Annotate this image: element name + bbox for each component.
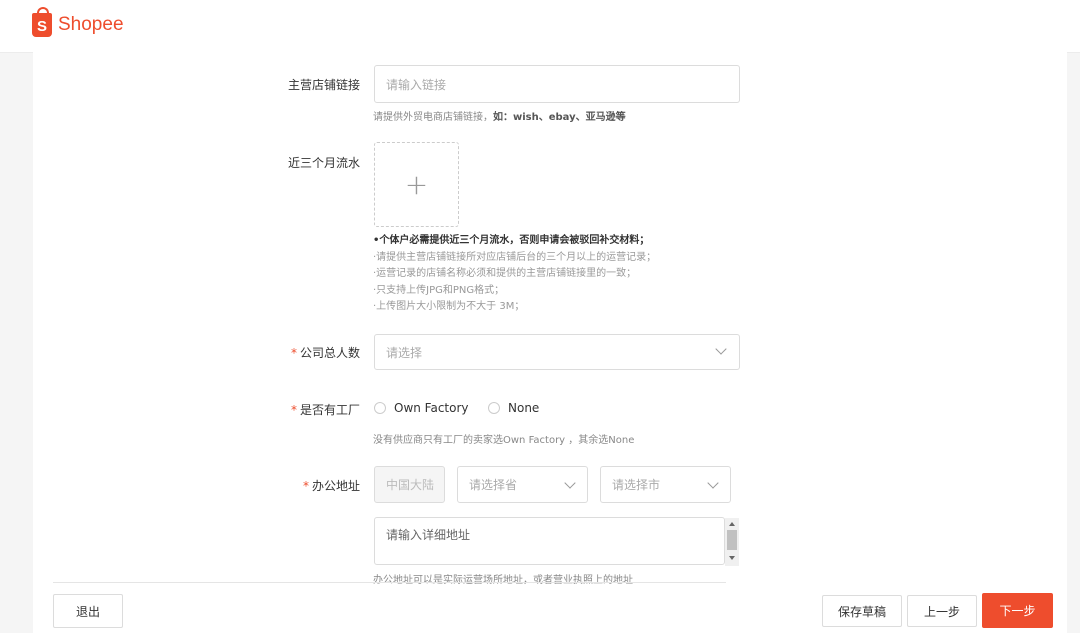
scroll-down-arrow-icon[interactable] (729, 556, 735, 560)
required-mark: * (290, 403, 297, 417)
required-mark: * (290, 346, 297, 360)
address-label: * 办公地址 (302, 479, 360, 493)
address-detail-textarea[interactable]: 请输入详细地址 (374, 517, 725, 565)
address-hint: 办公地址可以是实际运营场所地址，或者营业执照上的地址 (373, 575, 633, 586)
turnover-upload-box[interactable]: + (374, 142, 459, 227)
exit-button[interactable]: 退出 (53, 594, 123, 628)
turnover-note: ·请提供主营店铺链接所对应店铺后台的三个月以上的运营记录； (373, 251, 657, 263)
factory-hint: 没有供应商只有工厂的卖家选Own Factory ，其余选None (373, 435, 635, 446)
radio-none[interactable]: None (488, 401, 539, 415)
store-link-placeholder: 请输入链接 (386, 77, 447, 92)
address-detail-placeholder: 请输入详细地址 (386, 528, 471, 542)
radio-label: None (508, 401, 540, 415)
save-draft-button[interactable]: 保存草稿 (822, 595, 902, 627)
store-link-input[interactable]: 请输入链接 (374, 65, 740, 103)
radio-circle (488, 402, 500, 414)
brand-name: Shopee (58, 14, 124, 35)
province-placeholder: 请选择省 (469, 478, 518, 492)
prev-step-button[interactable]: 上一步 (907, 595, 977, 627)
headcount-placeholder: 请选择 (386, 345, 423, 360)
city-placeholder: 请选择市 (612, 478, 661, 492)
radio-own-factory[interactable]: Own Factory (374, 401, 469, 415)
shopee-logo[interactable]: S Shopee (32, 7, 124, 37)
top-header: S Shopee (0, 0, 1080, 53)
factory-label: * 是否有工厂 (290, 403, 360, 417)
turnover-note: ·运营记录的店铺名称必须和提供的主营店铺链接里的一致； (373, 268, 637, 279)
turnover-note: ·上传图片大小限制为不大于 3M； (373, 301, 525, 312)
footer-divider (53, 582, 726, 583)
country-field: 中国大陆 (374, 466, 445, 503)
radio-label: Own Factory (394, 401, 469, 415)
plus-icon: + (404, 168, 429, 201)
turnover-note: ·只支持上传JPG和PNG格式； (373, 284, 505, 296)
scrollbar-thumb[interactable] (727, 530, 737, 550)
headcount-label: * 公司总人数 (290, 346, 360, 360)
radio-circle (374, 402, 386, 414)
headcount-select[interactable]: 请选择 (374, 334, 740, 370)
store-link-hint: 请提供外贸电商店铺链接，如：wish、ebay、亚马逊等 (373, 112, 626, 123)
turnover-note: •个体户必需提供近三个月流水，否则申请会被驳回补交材料； (373, 235, 650, 246)
turnover-label: 近三个月流水 (287, 156, 360, 170)
turnover-notes: •个体户必需提供近三个月流水，否则申请会被驳回补交材料； ·请提供主营店铺链接所… (373, 233, 656, 316)
scroll-up-arrow-icon[interactable] (729, 522, 735, 526)
required-mark: * (302, 479, 309, 493)
store-link-label: 主营店铺链接 (287, 78, 360, 92)
shopee-bag-icon: S (32, 7, 52, 37)
next-step-button[interactable]: 下一步 (982, 593, 1053, 628)
